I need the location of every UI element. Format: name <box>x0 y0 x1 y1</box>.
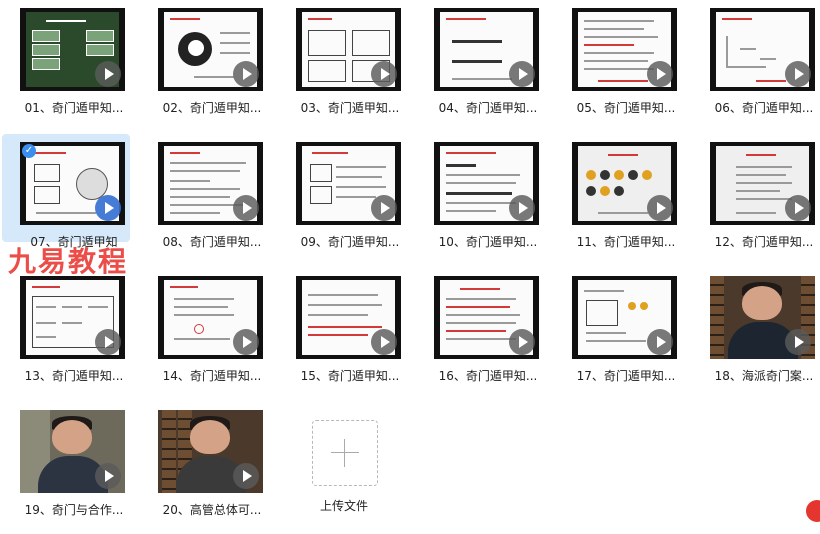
file-label[interactable]: 19、奇门与合作... <box>10 501 138 518</box>
file-tile[interactable]: 10、奇门遁甲知... <box>424 142 554 266</box>
file-tile[interactable]: 18、海派奇门案... <box>700 276 820 400</box>
file-label[interactable]: 08、奇门遁甲知... <box>148 233 276 250</box>
file-tile[interactable]: 19、奇门与合作... <box>10 410 140 534</box>
plus-icon <box>331 452 359 453</box>
file-label[interactable]: 02、奇门遁甲知... <box>148 99 276 116</box>
file-tile[interactable]: 03、奇门遁甲知... <box>286 8 416 132</box>
file-label[interactable]: 13、奇门遁甲知... <box>10 367 138 384</box>
file-label[interactable]: 01、奇门遁甲知... <box>10 99 138 116</box>
floating-badge-icon[interactable] <box>806 500 820 522</box>
video-thumbnail[interactable] <box>572 8 677 91</box>
file-tile[interactable]: 05、奇门遁甲知... <box>562 8 692 132</box>
file-tile[interactable]: 20、高管总体可... <box>148 410 278 534</box>
video-thumbnail[interactable] <box>710 142 815 225</box>
video-thumbnail[interactable] <box>296 8 401 91</box>
play-icon[interactable] <box>509 61 535 87</box>
video-thumbnail[interactable] <box>434 142 539 225</box>
file-label[interactable]: 18、海派奇门案... <box>700 367 820 384</box>
video-thumbnail[interactable] <box>710 8 815 91</box>
file-tile[interactable]: 08、奇门遁甲知... <box>148 142 278 266</box>
file-tile[interactable]: 13、奇门遁甲知... <box>10 276 140 400</box>
play-icon[interactable] <box>233 61 259 87</box>
video-thumbnail[interactable] <box>296 142 401 225</box>
play-icon[interactable] <box>95 61 121 87</box>
upload-button[interactable] <box>312 420 378 486</box>
file-label[interactable]: 09、奇门遁甲知... <box>286 233 414 250</box>
file-label[interactable]: 10、奇门遁甲知... <box>424 233 552 250</box>
upload-label[interactable]: 上传文件 <box>300 497 388 514</box>
file-label[interactable]: 05、奇门遁甲知... <box>562 99 690 116</box>
video-thumbnail[interactable] <box>20 276 125 359</box>
file-tile[interactable]: 15、奇门遁甲知... <box>286 276 416 400</box>
play-icon[interactable] <box>95 195 121 221</box>
file-label[interactable]: 04、奇门遁甲知... <box>424 99 552 116</box>
play-icon[interactable] <box>785 329 811 355</box>
file-label[interactable]: 20、高管总体可... <box>148 501 276 518</box>
file-tile[interactable]: 04、奇门遁甲知... <box>424 8 554 132</box>
video-thumbnail[interactable] <box>158 276 263 359</box>
video-thumbnail[interactable] <box>20 8 125 91</box>
file-tile[interactable]: 06、奇门遁甲知... <box>700 8 820 132</box>
file-label[interactable]: 15、奇门遁甲知... <box>286 367 414 384</box>
play-icon[interactable] <box>647 195 673 221</box>
file-label[interactable]: 14、奇门遁甲知... <box>148 367 276 384</box>
file-tile[interactable]: 01、奇门遁甲知... <box>10 8 140 132</box>
play-icon[interactable] <box>509 195 535 221</box>
video-thumbnail[interactable] <box>20 410 125 493</box>
play-icon[interactable] <box>785 61 811 87</box>
file-grid: 01、奇门遁甲知... 02、奇门遁甲知... 03、奇门遁甲知... 04、奇… <box>0 0 820 522</box>
file-label[interactable]: 12、奇门遁甲知... <box>700 233 820 250</box>
video-thumbnail[interactable] <box>710 276 815 359</box>
video-thumbnail[interactable] <box>158 8 263 91</box>
video-thumbnail[interactable] <box>20 142 125 225</box>
play-icon[interactable] <box>509 329 535 355</box>
file-label[interactable]: 17、奇门遁甲知... <box>562 367 690 384</box>
play-icon[interactable] <box>371 61 397 87</box>
video-thumbnail[interactable] <box>158 410 263 493</box>
video-thumbnail[interactable] <box>572 276 677 359</box>
file-label[interactable]: 16、奇门遁甲知... <box>424 367 552 384</box>
play-icon[interactable] <box>95 329 121 355</box>
file-tile[interactable]: 02、奇门遁甲知... <box>148 8 278 132</box>
file-tile[interactable]: 14、奇门遁甲知... <box>148 276 278 400</box>
file-tile[interactable]: 12、奇门遁甲知... <box>700 142 820 266</box>
play-icon[interactable] <box>233 195 259 221</box>
file-label[interactable]: 11、奇门遁甲知... <box>562 233 690 250</box>
play-icon[interactable] <box>95 463 121 489</box>
play-icon[interactable] <box>371 195 397 221</box>
play-icon[interactable] <box>371 329 397 355</box>
plus-icon <box>344 439 345 467</box>
video-thumbnail[interactable] <box>296 276 401 359</box>
play-icon[interactable] <box>647 329 673 355</box>
video-thumbnail[interactable] <box>572 142 677 225</box>
video-thumbnail[interactable] <box>158 142 263 225</box>
checkbox-checked-icon[interactable]: ✓ <box>22 144 36 158</box>
file-label[interactable]: 03、奇门遁甲知... <box>286 99 414 116</box>
play-icon[interactable] <box>647 61 673 87</box>
file-tile[interactable]: 16、奇门遁甲知... <box>424 276 554 400</box>
file-label[interactable]: 06、奇门遁甲知... <box>700 99 820 116</box>
file-tile[interactable]: 11、奇门遁甲知... <box>562 142 692 266</box>
play-icon[interactable] <box>233 463 259 489</box>
file-tile[interactable]: 09、奇门遁甲知... <box>286 142 416 266</box>
video-thumbnail[interactable] <box>434 8 539 91</box>
video-thumbnail[interactable] <box>434 276 539 359</box>
file-tile[interactable]: 17、奇门遁甲知... <box>562 276 692 400</box>
watermark-logo: 九易教程 <box>8 245 129 278</box>
play-icon[interactable] <box>233 329 259 355</box>
play-icon[interactable] <box>785 195 811 221</box>
